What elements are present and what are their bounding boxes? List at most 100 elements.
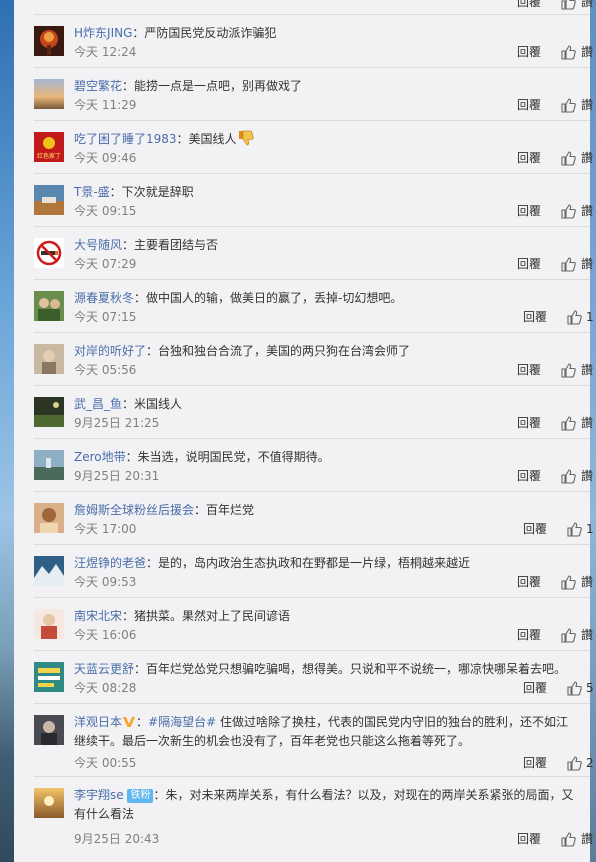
comment-body: ：台独和独台合流了，美国的两只狗在台湾会师了 <box>146 344 411 358</box>
username-link[interactable]: 吃了困了睡了1983 <box>74 132 177 146</box>
thumbs-up-icon[interactable] <box>560 627 576 643</box>
reply-button[interactable]: 回覆 <box>517 256 541 272</box>
thumbs-up-icon[interactable] <box>560 97 576 113</box>
thumbs-up-icon[interactable] <box>560 150 576 166</box>
thumbs-up-icon[interactable] <box>560 415 576 431</box>
like-label: 讚 <box>581 363 594 377</box>
reply-button[interactable]: 回覆 <box>523 521 547 537</box>
username-link[interactable]: 天蓝云更舒 <box>74 662 134 676</box>
avatar[interactable]: 红色家丁 <box>34 132 64 162</box>
comment-body: ：下次就是辞职 <box>109 185 194 199</box>
username-link[interactable]: Zero地带 <box>74 450 126 464</box>
timestamp: 今天 05:56 <box>74 363 137 377</box>
comment-item-partial: 回覆 讚 <box>14 0 593 15</box>
timestamp: 今天 09:53 <box>74 575 137 589</box>
username-link[interactable]: 詹姆斯全球粉丝后援会 <box>74 503 194 517</box>
comment-text: 对岸的听好了：台独和独台合流了，美国的两只狗在台湾会师了 <box>74 342 590 361</box>
hashtag-link[interactable]: #隔海望台# <box>148 715 216 729</box>
avatar[interactable] <box>34 556 64 586</box>
comment-body: ：百年烂党 <box>194 503 255 517</box>
reply-button[interactable]: 回覆 <box>523 680 547 696</box>
thumbs-up-icon[interactable] <box>560 44 576 60</box>
avatar[interactable] <box>34 238 64 268</box>
background-right-edge <box>590 0 596 862</box>
comment-item: 天蓝云更舒：百年烂党怂党只想骗吃骗喝，想得美。只说和平不说统一，哪凉快哪呆着去吧… <box>14 651 594 704</box>
comment-text: 汪煜铮的老爸：是的，岛内政治生态执政和在野都是一片绿，梧桐越来越近 <box>74 554 590 573</box>
reply-button[interactable]: 回覆 <box>517 0 541 10</box>
username-link[interactable]: 武_昌_鱼 <box>74 397 122 411</box>
avatar[interactable] <box>34 450 64 480</box>
thumbs-up-icon[interactable] <box>560 0 576 10</box>
comment-text: 武_昌_鱼：米国线人 <box>74 395 590 414</box>
username-link[interactable]: T景-盛 <box>74 185 110 199</box>
avatar[interactable] <box>34 26 64 56</box>
thumbs-up-icon[interactable] <box>566 309 582 325</box>
avatar[interactable] <box>34 291 64 321</box>
reply-button[interactable]: 回覆 <box>517 150 541 166</box>
username-link[interactable]: 洋观日本 <box>74 715 122 729</box>
reply-button[interactable]: 回覆 <box>517 44 541 60</box>
username-link[interactable]: 汪煜铮的老爸 <box>74 556 146 570</box>
comment-text: 天蓝云更舒：百年烂党怂党只想骗吃骗喝，想得美。只说和平不说统一，哪凉快哪呆着去吧… <box>74 660 590 679</box>
thumbs-up-icon[interactable] <box>560 574 576 590</box>
avatar[interactable] <box>34 788 64 818</box>
reply-button[interactable]: 回覆 <box>517 574 541 590</box>
timestamp: 9月25日 20:43 <box>74 832 160 846</box>
username-link[interactable]: 南宋北宋 <box>74 609 122 623</box>
comment-item: 碧空繁花：能捞一点是一点吧，别再做戏了 今天 11:29 回覆 讚 <box>14 68 594 121</box>
like-label: 讚 <box>581 98 594 112</box>
comment-item: 李宇翔se 铁粉 ：朱，对未来两岸关系，有什么看法？以及，对现在的两岸关系紧张的局… <box>14 777 593 853</box>
timestamp: 今天 11:29 <box>74 98 137 112</box>
reply-button[interactable]: 回覆 <box>517 97 541 113</box>
username-link[interactable]: H炸东JING <box>74 26 132 40</box>
avatar[interactable] <box>34 185 64 215</box>
like-label: 讚 <box>581 469 594 483</box>
thumbs-up-icon[interactable] <box>560 203 576 219</box>
thumbs-up-icon[interactable] <box>560 468 576 484</box>
username-link[interactable]: 李宇翔se <box>74 788 124 802</box>
timestamp: 9月25日 20:31 <box>74 469 160 483</box>
like-count: 5 <box>586 681 594 695</box>
reply-button[interactable]: 回覆 <box>517 203 541 219</box>
thumbs-up-icon[interactable] <box>566 521 582 537</box>
timestamp: 今天 09:15 <box>74 204 137 218</box>
timestamp: 今天 16:06 <box>74 628 137 642</box>
username-link[interactable]: 大号随风 <box>74 238 122 252</box>
like-count: 2 <box>586 756 594 770</box>
timestamp: 今天 07:29 <box>74 257 137 271</box>
reply-button[interactable]: 回覆 <box>517 627 541 643</box>
timestamp: 9月25日 21:25 <box>74 416 160 430</box>
comment-item: 汪煜铮的老爸：是的，岛内政治生态执政和在野都是一片绿，梧桐越来越近 今天 09:… <box>14 545 593 598</box>
reply-button[interactable]: 回覆 <box>517 415 541 431</box>
avatar[interactable] <box>34 79 64 109</box>
thumbs-up-icon[interactable] <box>560 831 576 847</box>
reply-button[interactable]: 回覆 <box>517 468 541 484</box>
avatar[interactable] <box>34 503 64 533</box>
comment-item: 源春夏秋冬：做中国人的输，做美日的赢了，丢掉-切幻想吧。 今天 07:15 回覆… <box>14 280 594 333</box>
reply-button[interactable]: 回覆 <box>517 831 541 847</box>
comment-body: ：猪拱菜。果然对上了民间谚语 <box>122 609 291 623</box>
comment-text: 源春夏秋冬：做中国人的输，做美日的赢了，丢掉-切幻想吧。 <box>74 289 590 308</box>
thumbs-down-emoji-icon <box>238 130 254 146</box>
username-link[interactable]: 碧空繁花 <box>74 79 122 93</box>
comment-item: 詹姆斯全球粉丝后援会：百年烂党 今天 17:00 回覆 1 <box>14 492 594 545</box>
username-link[interactable]: 源春夏秋冬 <box>74 291 134 305</box>
reply-button[interactable]: 回覆 <box>517 362 541 378</box>
avatar[interactable] <box>34 344 64 374</box>
avatar[interactable] <box>34 397 64 427</box>
comment-item: 大号随风：主要看团结与否 今天 07:29 回覆 讚 <box>14 227 593 280</box>
avatar[interactable] <box>34 662 64 692</box>
thumbs-up-icon[interactable] <box>566 680 582 696</box>
avatar[interactable] <box>34 715 64 745</box>
thumbs-up-icon[interactable] <box>560 256 576 272</box>
avatar[interactable] <box>34 609 64 639</box>
like-label: 讚 <box>581 151 594 165</box>
username-link[interactable]: 对岸的听好了 <box>74 344 146 358</box>
thumbs-up-icon[interactable] <box>560 362 576 378</box>
thumbs-up-icon[interactable] <box>566 755 582 771</box>
background-left-edge <box>0 0 14 862</box>
like-count: 1 <box>586 310 594 324</box>
reply-button[interactable]: 回覆 <box>523 309 547 325</box>
timestamp: 今天 17:00 <box>74 522 137 536</box>
reply-button[interactable]: 回覆 <box>523 755 547 771</box>
